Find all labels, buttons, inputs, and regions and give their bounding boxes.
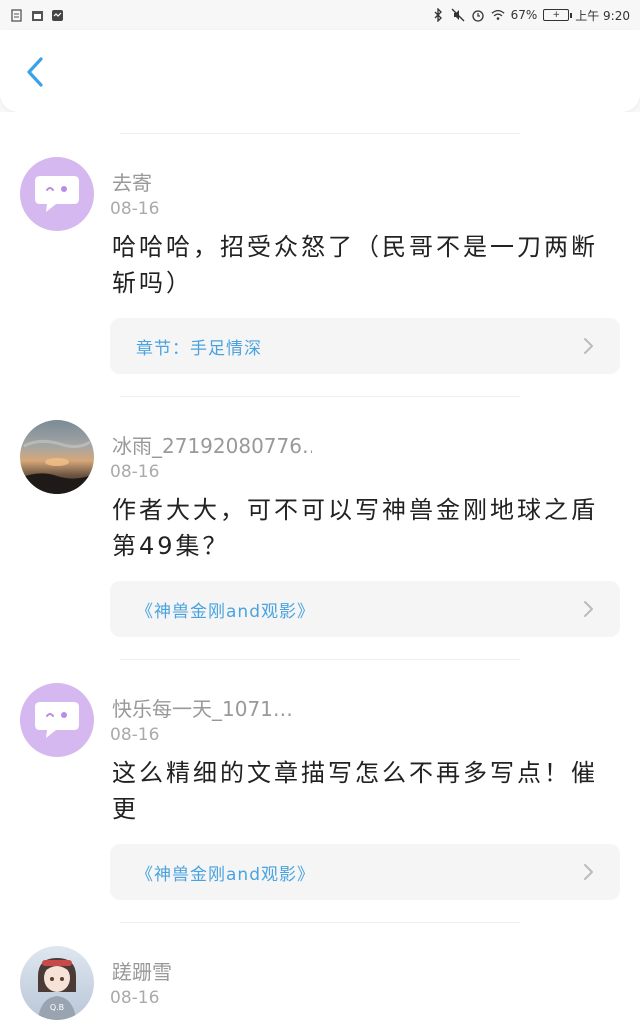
back-button[interactable] [18,52,52,92]
comment-date: 08-16 [110,462,160,482]
screen: 67% + 上午 9:20 去寄 08-16 哈哈哈，招受众怒了（民哥不是一刀两… [0,0,640,1024]
book-link-label: 《神兽金刚and观影》 [136,865,315,885]
comment-date: 08-16 [110,725,160,745]
notification-app-icon [50,8,64,22]
chapter-link-card[interactable]: 章节：手足情深 [110,318,620,374]
divider [120,396,520,397]
status-left [10,8,64,22]
avatar[interactable] [20,683,94,757]
username[interactable]: 快乐每一天_1071… [112,693,293,722]
divider [120,922,520,923]
comment-text: 这么精细的文章描写怎么不再多写点！催更 [112,759,598,823]
chapter-link-label: 章节：手足情深 [136,339,262,359]
username[interactable]: 蹉跚雪 [112,956,172,985]
avatar[interactable]: Q.B [20,946,94,1020]
anime-girl-avatar-icon: Q.B [38,958,76,1020]
sunset-photo-icon [20,439,94,494]
battery-icon: + [543,9,573,21]
header [0,30,640,112]
comment-text: 哈哈哈，招受众怒了（民哥不是一刀两断斩吗） [112,233,598,297]
clock: 上午 9:20 [575,8,630,23]
avatar[interactable] [20,420,94,494]
chevron-right-icon [584,338,593,354]
status-bar: 67% + 上午 9:20 [0,0,640,30]
divider [120,133,520,134]
chat-bubble-icon [35,702,79,738]
comment-item[interactable]: 快乐每一天_1071… 08-16 这么精细的文章描写怎么不再多写点！催更 《神… [0,683,640,923]
book-link-card[interactable]: 《神兽金刚and观影》 [110,844,620,900]
chevron-right-icon [584,601,593,617]
notification-file-icon [10,8,24,22]
mute-icon [451,8,465,22]
comment-item[interactable]: 冰雨_27192080776… 08-16 作者大大，可不可以写神兽金刚地球之盾… [0,420,640,660]
divider [120,659,520,660]
book-link-label: 《神兽金刚and观影》 [136,602,315,622]
svg-text:Q.B: Q.B [50,1003,64,1012]
comment-text: 作者大大，可不可以写神兽金刚地球之盾第49集？ [112,496,598,560]
avatar[interactable] [20,157,94,231]
comment-item[interactable]: 去寄 08-16 哈哈哈，招受众怒了（民哥不是一刀两断斩吗） 章节：手足情深 [0,157,640,397]
battery-percent: 67% [510,8,538,22]
comment-list: 去寄 08-16 哈哈哈，招受众怒了（民哥不是一刀两断斩吗） 章节：手足情深 冰… [0,112,640,1024]
chevron-left-icon [27,57,43,87]
username[interactable]: 冰雨_27192080776… [112,430,312,459]
book-link-card[interactable]: 《神兽金刚and观影》 [110,581,620,637]
bluetooth-icon [431,8,445,22]
chevron-right-icon [584,864,593,880]
status-right: 67% + 上午 9:20 [431,7,630,24]
chat-bubble-icon [35,176,79,212]
alarm-icon [471,8,485,22]
notification-calendar-icon [30,8,44,22]
comment-date: 08-16 [110,988,160,1008]
comment-item[interactable]: Q.B 蹉跚雪 08-16 [0,946,640,1024]
wifi-icon [491,8,505,22]
username[interactable]: 去寄 [112,167,152,196]
comment-date: 08-16 [110,199,160,219]
